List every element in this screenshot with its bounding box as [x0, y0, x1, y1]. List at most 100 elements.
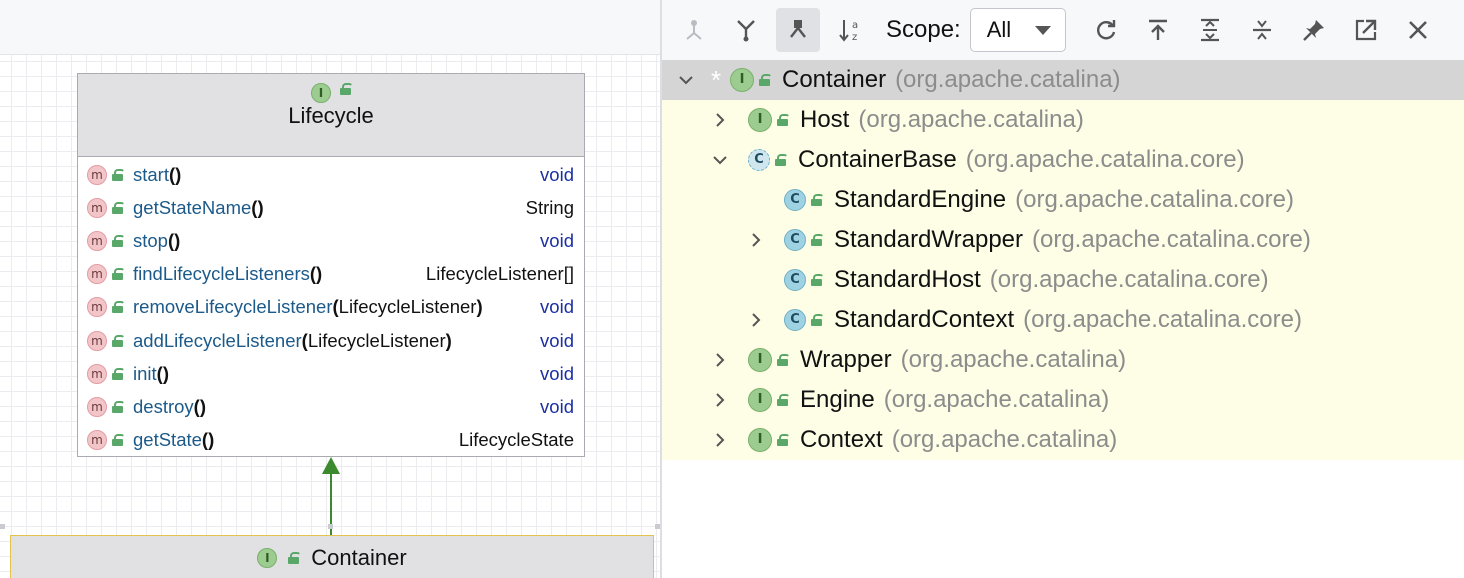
expand-all-button[interactable]	[1188, 8, 1232, 52]
method-name: getStateName	[133, 196, 252, 218]
tree-node-package: (org.apache.catalina.core)	[989, 266, 1269, 293]
interface-icon: I	[730, 68, 754, 92]
chevron-right-icon[interactable]	[708, 428, 732, 452]
selection-handle[interactable]	[0, 524, 5, 529]
public-lock-icon	[775, 154, 788, 166]
tree-node-engine[interactable]: I Engine (org.apache.catalina)	[708, 380, 1109, 420]
method-icon: m	[87, 330, 107, 351]
public-lock-icon	[811, 194, 824, 206]
tree-node-wrapper[interactable]: I Wrapper (org.apache.catalina)	[708, 340, 1126, 380]
tree-node-context[interactable]: I Context (org.apache.catalina)	[708, 420, 1117, 460]
method-row[interactable]: m init() void	[78, 357, 584, 390]
method-return-type: LifecycleListener[]	[425, 263, 574, 285]
tree-node-standardwrapper[interactable]: C StandardWrapper (org.apache.catalina.c…	[744, 220, 1311, 260]
close-button[interactable]	[1396, 8, 1440, 52]
base-on-class-icon	[1148, 19, 1167, 40]
tree-node-package: (org.apache.catalina)	[891, 426, 1118, 453]
method-icon: m	[87, 230, 107, 251]
pin-button[interactable]	[1292, 8, 1336, 52]
chevron-right-icon[interactable]	[708, 388, 732, 412]
interface-icon: I	[748, 348, 772, 372]
public-lock-icon	[777, 354, 790, 366]
method-return-type: void	[540, 296, 574, 318]
public-lock-icon	[112, 434, 125, 447]
refresh-icon	[1096, 20, 1115, 40]
tree-node-name: Host	[800, 106, 850, 133]
export-button[interactable]	[1344, 8, 1388, 52]
tree-node-name: StandardContext	[834, 306, 1015, 333]
lifecycle-node-header: I Lifecycle	[78, 74, 584, 157]
type-hierarchy-icon	[790, 20, 806, 38]
tree-node-host[interactable]: I Host (org.apache.catalina)	[708, 100, 1084, 140]
class-icon: C	[784, 189, 806, 211]
scope-label: Scope:	[886, 16, 961, 43]
method-row[interactable]: m removeLifecycleListener(LifecycleListe…	[78, 291, 584, 324]
method-row[interactable]: m addLifecycleListener(LifecycleListener…	[78, 324, 584, 357]
tree-node-standardengine[interactable]: C StandardEngine (org.apache.catalina.co…	[744, 180, 1294, 220]
scope-dropdown[interactable]: All	[969, 8, 1066, 52]
base-on-class-button[interactable]	[1136, 8, 1180, 52]
tree-node-package: (org.apache.catalina)	[900, 346, 1127, 373]
interface-icon: I	[257, 548, 278, 568]
sort-alphabetically-button[interactable]: az	[828, 8, 872, 52]
method-name: addLifecycleListener	[133, 329, 302, 351]
method-return-type: LifecycleState	[458, 429, 574, 451]
subtypes-button[interactable]	[672, 8, 716, 52]
method-row[interactable]: m getState() LifecycleState	[78, 424, 584, 457]
tree-node-container[interactable]: * I Container (org.apache.catalina)	[674, 60, 1121, 100]
tree-node-package: (org.apache.catalina.core)	[1015, 186, 1294, 213]
tree-node-name: Wrapper	[800, 346, 892, 373]
public-lock-icon	[112, 400, 125, 413]
method-params: LifecycleListener	[307, 329, 446, 351]
method-name: start	[133, 163, 169, 185]
supertypes-button[interactable]	[724, 8, 768, 52]
tree-node-package: (org.apache.catalina.core)	[1032, 226, 1311, 253]
chevron-right-icon[interactable]	[744, 228, 768, 252]
method-row[interactable]: m findLifecycleListeners() LifecycleList…	[78, 258, 584, 291]
interface-icon: I	[748, 108, 772, 132]
tree-node-package: (org.apache.catalina)	[895, 66, 1121, 93]
method-name: getState	[133, 429, 202, 451]
chevron-down-icon[interactable]	[674, 68, 698, 92]
public-lock-icon	[112, 268, 125, 281]
chevron-down-icon[interactable]	[708, 148, 732, 172]
type-hierarchy-button[interactable]	[776, 8, 820, 52]
chevron-right-icon[interactable]	[744, 308, 768, 332]
public-lock-icon	[112, 334, 125, 347]
lifecycle-node-title: Lifecycle	[288, 103, 374, 128]
method-return-type: void	[540, 329, 574, 351]
chevron-right-icon[interactable]	[708, 348, 732, 372]
public-lock-icon	[811, 234, 824, 246]
method-row[interactable]: m stop() void	[78, 224, 584, 257]
public-lock-icon	[759, 74, 772, 86]
container-interface-node[interactable]: I Container	[10, 535, 654, 578]
subtypes-icon	[686, 20, 702, 40]
method-row[interactable]: m start() void	[78, 158, 584, 191]
chevron-down-icon	[1034, 25, 1051, 35]
close-icon	[1408, 21, 1427, 39]
tree-node-standardcontext[interactable]: C StandardContext (org.apache.catalina.c…	[744, 300, 1302, 340]
tree-node-standardhost[interactable]: C StandardHost (org.apache.catalina.core…	[744, 260, 1269, 300]
public-lock-icon	[112, 168, 125, 181]
svg-text:z: z	[852, 32, 857, 43]
inheritance-arrow[interactable]	[318, 455, 344, 535]
refresh-button[interactable]	[1084, 8, 1128, 52]
lifecycle-interface-node[interactable]: I Lifecycle m start() void m getStateNam…	[77, 73, 585, 457]
collapse-all-button[interactable]	[1240, 8, 1284, 52]
public-lock-icon	[777, 114, 790, 126]
public-lock-icon	[340, 83, 353, 95]
chevron-right-icon[interactable]	[708, 108, 732, 132]
tree-node-name: ContainerBase	[798, 146, 957, 173]
tree-node-name: Container	[782, 66, 887, 93]
tree-node-containerbase[interactable]: C ContainerBase (org.apache.catalina.cor…	[708, 140, 1245, 180]
tree-node-name: Engine	[800, 386, 875, 413]
selection-handle[interactable]	[328, 524, 333, 529]
method-row[interactable]: m getStateName() String	[78, 191, 584, 224]
method-row[interactable]: m destroy() void	[78, 390, 584, 423]
public-lock-icon	[112, 301, 125, 314]
method-name: removeLifecycleListener	[133, 296, 333, 318]
public-lock-icon	[112, 367, 125, 380]
container-node-title: Container	[311, 545, 407, 570]
